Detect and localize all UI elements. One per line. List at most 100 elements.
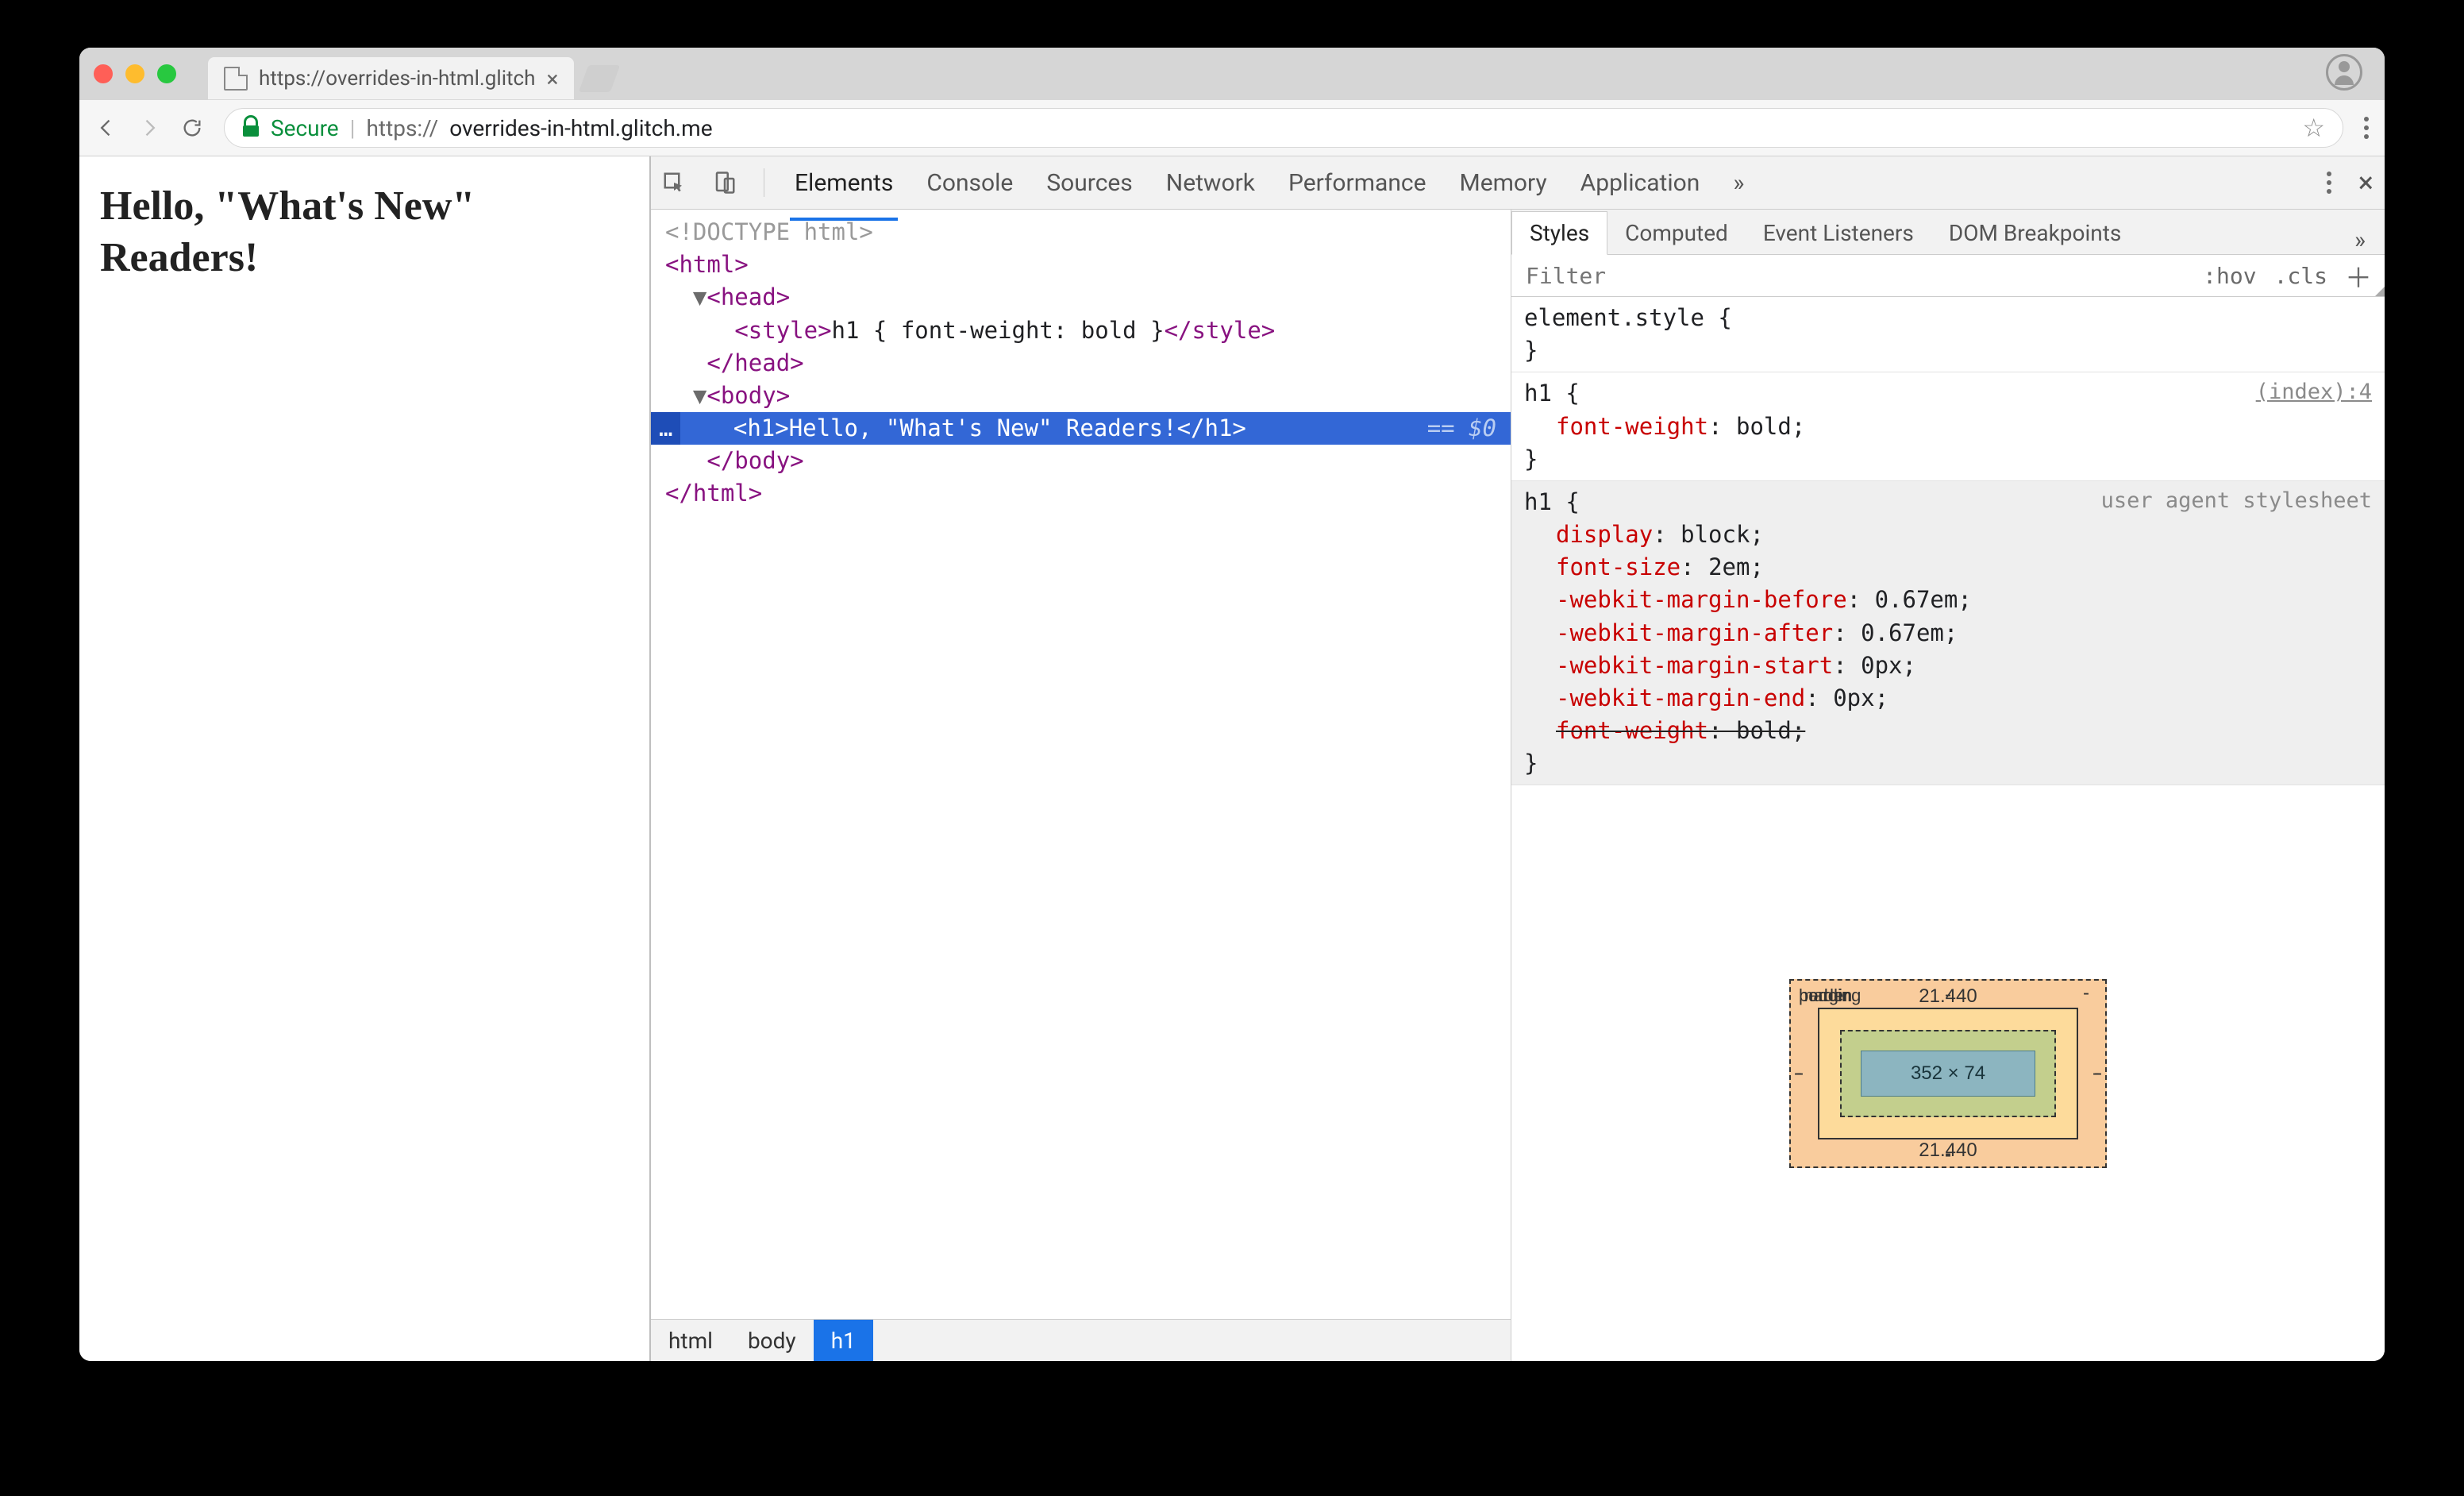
subtab-styles[interactable]: Styles: [1511, 211, 1607, 255]
css-val: 0.67em;: [1861, 619, 1958, 646]
styles-panel: Styles Computed Event Listeners DOM Brea…: [1511, 210, 2385, 1361]
minimize-window-button[interactable]: [125, 64, 144, 83]
secure-label: Secure: [271, 115, 339, 141]
devtools-menu-icon[interactable]: [2327, 172, 2331, 194]
head-open: <head>: [706, 283, 790, 310]
padding-left-value: -: [1794, 1062, 1800, 1085]
content-dimensions: 352 × 74: [1911, 1062, 1985, 1084]
devtools-close-icon[interactable]: ×: [2358, 166, 2374, 199]
profile-icon[interactable]: [2326, 54, 2362, 91]
tab-performance[interactable]: Performance: [1285, 158, 1430, 208]
crumb-h1[interactable]: h1: [814, 1320, 873, 1361]
rule-close: }: [1524, 443, 2372, 476]
doctype: <!DOCTYPE html>: [665, 218, 873, 245]
body-open: <body>: [706, 382, 790, 409]
subtab-computed[interactable]: Computed: [1607, 212, 1746, 254]
rule-source-label: user agent stylesheet: [2101, 486, 2372, 516]
css-prop: font-size: [1556, 553, 1681, 580]
css-val-overridden: bold;: [1736, 717, 1805, 744]
collapse-arrow-icon[interactable]: ▼: [693, 382, 706, 409]
tab-title: https://overrides-in-html.glitch: [259, 67, 535, 91]
new-tab-button[interactable]: [579, 65, 620, 92]
tab-strip: https://overrides-in-html.glitch ×: [79, 48, 2385, 100]
padding-right-value: -: [2096, 1062, 2102, 1085]
padding-bottom-value: -: [1945, 1144, 1951, 1166]
box-margin[interactable]: margin 21.440 - - 21.440 border - - -: [1789, 979, 2107, 1168]
page-icon: [224, 67, 248, 91]
collapse-arrow-icon[interactable]: ▼: [693, 283, 706, 310]
close-tab-icon[interactable]: ×: [546, 66, 558, 92]
dollar-zero: == $0: [1427, 412, 1496, 445]
css-prop: -webkit-margin-end: [1556, 684, 1805, 711]
styles-filter-row: :hov .cls ＋: [1511, 255, 2385, 297]
url-host: overrides-in-html.glitch.me: [449, 115, 712, 141]
browser-tab[interactable]: https://overrides-in-html.glitch ×: [208, 57, 574, 100]
styles-tabbar: Styles Computed Event Listeners DOM Brea…: [1511, 210, 2385, 255]
url-scheme: https://: [366, 115, 438, 141]
hov-toggle[interactable]: :hov: [2203, 263, 2256, 289]
close-window-button[interactable]: [94, 64, 113, 83]
breadcrumb: html body h1: [651, 1319, 1511, 1361]
crumb-html[interactable]: html: [651, 1320, 730, 1361]
styles-filter-input[interactable]: [1524, 262, 2203, 290]
body-close: </body>: [706, 447, 803, 474]
reload-icon[interactable]: [181, 117, 203, 139]
box-border[interactable]: border - - - - padding - - -: [1818, 1008, 2078, 1139]
forward-icon[interactable]: [138, 117, 160, 139]
rule-element-style[interactable]: element.style { }: [1511, 297, 2385, 372]
rule-source-link[interactable]: (index):4: [2256, 377, 2372, 407]
resize-corner-icon[interactable]: [2375, 287, 2385, 296]
css-prop: font-weight: [1556, 413, 1708, 440]
lock-icon: [242, 119, 260, 137]
tab-console[interactable]: Console: [923, 158, 1016, 208]
css-val: 0.67em;: [1875, 586, 1972, 613]
subtab-dom-breakpoints[interactable]: DOM Breakpoints: [1931, 212, 2139, 254]
box-padding[interactable]: padding - - - - 352 × 74: [1840, 1030, 2056, 1117]
h1-close: </h1>: [1177, 412, 1246, 445]
device-toggle-icon[interactable]: [713, 171, 737, 195]
selected-marker: …: [651, 412, 680, 445]
dom-tree[interactable]: <!DOCTYPE html> <html> ▼<head> <style>h1…: [651, 210, 1511, 1319]
rule-h1-author[interactable]: (index):4 h1 { font-weight: bold; }: [1511, 372, 2385, 481]
h1-open: <h1>: [733, 412, 789, 445]
inspect-icon[interactable]: [662, 171, 686, 195]
crumb-body[interactable]: body: [730, 1320, 814, 1361]
cls-toggle[interactable]: .cls: [2274, 263, 2327, 289]
tab-elements[interactable]: Elements: [791, 158, 896, 208]
css-val: 2em;: [1708, 553, 1764, 580]
rendered-page: Hello, "What's New" Readers!: [79, 156, 651, 1361]
bookmark-star-icon[interactable]: ☆: [2302, 113, 2325, 143]
html-close: </html>: [665, 480, 762, 507]
tab-network[interactable]: Network: [1163, 158, 1258, 208]
selected-node[interactable]: … <h1>Hello, "What's New" Readers!</h1>=…: [651, 412, 1511, 445]
css-prop: display: [1556, 521, 1653, 548]
tab-application[interactable]: Application: [1577, 158, 1704, 208]
rule-selector: element.style {: [1524, 302, 2372, 334]
address-bar[interactable]: Secure | https://overrides-in-html.glitc…: [224, 108, 2343, 148]
html-open: <html>: [665, 251, 749, 278]
browser-menu-icon[interactable]: [2364, 117, 2369, 139]
css-prop: -webkit-margin-after: [1556, 619, 1833, 646]
css-val: 0px;: [1833, 684, 1888, 711]
css-val: block;: [1681, 521, 1764, 548]
head-close: </head>: [706, 349, 803, 376]
tab-memory[interactable]: Memory: [1457, 158, 1550, 208]
style-open: <style>: [734, 317, 831, 344]
padding-top-value: -: [2083, 982, 2089, 1004]
subtabs-overflow-icon[interactable]: »: [2335, 226, 2385, 254]
style-close: </style>: [1165, 317, 1276, 344]
css-val: 0px;: [1861, 652, 1916, 679]
maximize-window-button[interactable]: [157, 64, 176, 83]
subtab-event-listeners[interactable]: Event Listeners: [1746, 212, 1931, 254]
rule-selector: h1 {: [1524, 377, 2372, 410]
back-icon[interactable]: [95, 117, 117, 139]
box-model: margin 21.440 - - 21.440 border - - -: [1511, 785, 2385, 1361]
rule-close: }: [1524, 334, 2372, 367]
new-style-rule-icon[interactable]: ＋: [2345, 256, 2372, 295]
rule-h1-ua[interactable]: user agent stylesheet h1 { display: bloc…: [1511, 481, 2385, 786]
tabs-overflow-icon[interactable]: »: [1730, 158, 1747, 208]
tab-sources[interactable]: Sources: [1043, 158, 1135, 208]
box-content[interactable]: 352 × 74: [1861, 1051, 2035, 1097]
padding-label: padding: [1799, 985, 1861, 1006]
css-val: bold;: [1736, 413, 1805, 440]
